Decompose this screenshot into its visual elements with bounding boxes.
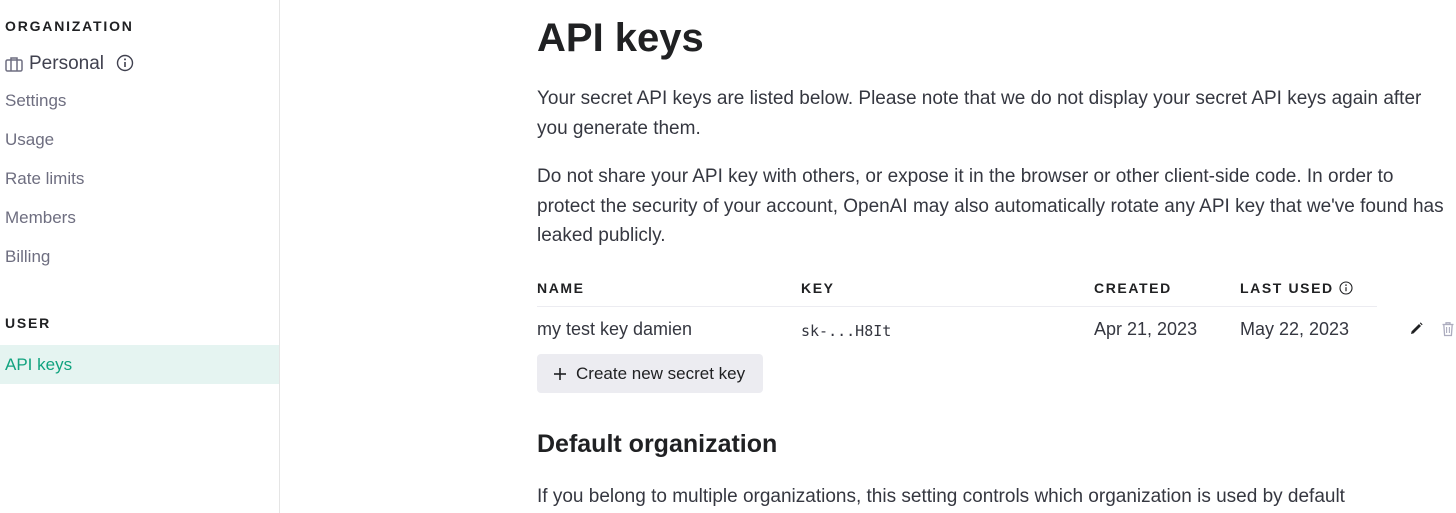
intro-paragraph-2: Do not share your API key with others, o… [537,166,1444,246]
page-title: API keys [537,16,704,60]
column-header-last-used-label: LAST USED [1240,280,1334,296]
sidebar-item-settings[interactable]: Settings [0,81,279,120]
main-content: API keys Your secret API keys are listed… [537,0,1456,513]
create-secret-key-button[interactable]: Create new secret key [537,354,763,393]
sidebar-item-usage[interactable]: Usage [0,120,279,159]
info-icon[interactable] [116,54,134,72]
table-header-divider [537,306,1377,307]
sidebar-item-members[interactable]: Members [0,198,279,237]
sidebar-item-rate-limits[interactable]: Rate limits [0,159,279,198]
org-selector[interactable]: Personal [5,52,134,76]
column-header-last-used: LAST USED [1240,280,1353,296]
trash-icon[interactable] [1440,320,1456,338]
key-value-cell: sk-...H8It [801,322,892,340]
briefcase-icon [5,57,23,72]
default-organization-heading: Default organization [537,430,778,458]
sidebar: ORGANIZATION Personal Settings Usage Rat… [0,0,280,513]
created-cell: Apr 21, 2023 [1094,319,1198,339]
pencil-icon[interactable] [1408,320,1424,338]
sidebar-item-api-keys[interactable]: API keys [0,345,279,384]
sidebar-item-billing[interactable]: Billing [0,237,279,276]
org-name: Personal [29,53,104,74]
plus-icon [554,367,566,380]
default-organization-text: If you belong to multiple organizations,… [537,486,1345,507]
info-icon[interactable] [1339,281,1353,295]
create-secret-key-label: Create new secret key [576,363,746,383]
organization-heading: ORGANIZATION [5,18,134,34]
intro-paragraph-1: Your secret API keys are listed below. P… [537,88,1422,139]
last-used-cell: May 22, 2023 [1240,319,1350,339]
column-header-key: KEY [801,280,835,296]
key-name-cell: my test key damien [537,319,693,339]
user-heading: USER [5,315,52,331]
column-header-created: CREATED [1094,280,1172,296]
column-header-name: NAME [537,280,585,296]
